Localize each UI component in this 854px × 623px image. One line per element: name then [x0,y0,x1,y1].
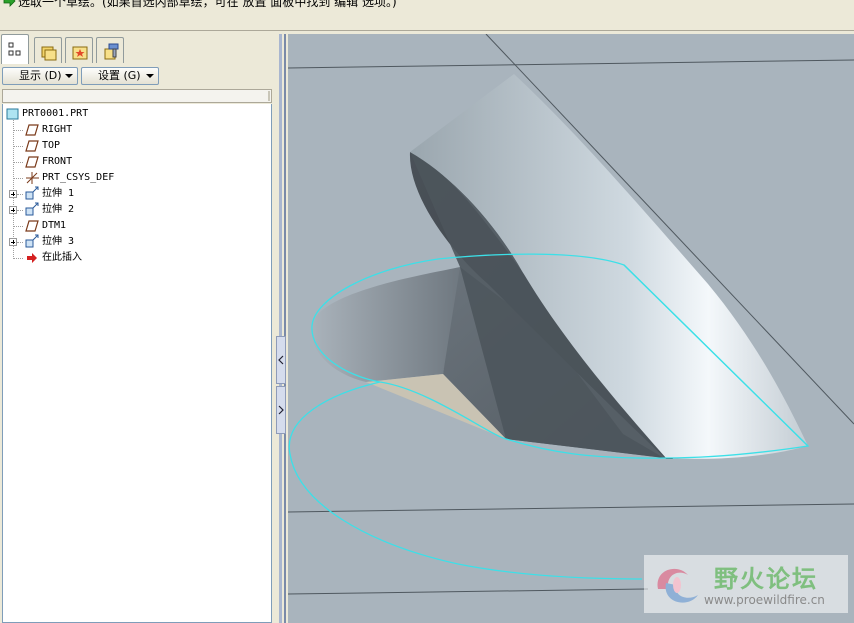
extrude-icon [25,186,39,200]
coordinate-system-icon [26,172,39,184]
insert-here-icon [27,253,37,263]
watermark-url: www.proewildfire.cn [704,593,825,607]
navigator-panel: 显示 (D) 设置 (G) PRT0001.PRT RIGHT TOP FRON… [0,34,276,623]
tree-item-front[interactable]: FRONT [25,154,225,170]
datum-plane-icon [25,220,39,232]
navigator-tabs [0,34,276,64]
tree-item-top[interactable]: TOP [25,138,225,154]
tree-item-insert-here[interactable]: 在此插入 [25,250,225,266]
chevron-down-icon [65,74,73,78]
favorites-icon [72,46,88,60]
tab-connections[interactable] [96,37,124,63]
tree-item-extrude-3[interactable]: 拉伸 3 [25,234,225,250]
display-menu-button[interactable]: 显示 (D) [2,67,78,85]
chevron-down-icon [146,74,154,78]
extrude-icon [25,234,39,248]
tree-connector [17,194,23,195]
tab-folder-browser[interactable] [34,37,62,63]
model-tree: PRT0001.PRT RIGHT TOP FRONT PRT_CSYS_DEF… [2,104,272,623]
chevron-right-icon [278,405,284,415]
tree-connector [13,226,23,227]
folder-icon [41,46,57,61]
panel-splitter[interactable] [276,34,288,623]
watermark: 野火论坛 www.proewildfire.cn [644,555,848,613]
watermark-logo-icon [657,568,698,603]
tree-connector [13,146,23,147]
tree-connector [13,116,14,257]
settings-menu-label: 设置 (G) [98,69,141,82]
tree-item-extrude-1[interactable]: 拉伸 1 [25,186,225,202]
datum-plane-icon [25,140,39,152]
part-icon [6,108,19,120]
tree-item-root[interactable]: PRT0001.PRT [6,106,206,122]
tree-connector [13,130,23,131]
tree-item-dtm1[interactable]: DTM1 [25,218,225,234]
splitter-bar [284,34,286,623]
display-menu-label: 显示 (D) [19,69,62,82]
tree-icon [8,42,21,56]
tab-model-tree[interactable] [1,34,29,64]
tree-connector [13,258,23,259]
splitter-bar [279,34,282,623]
expand-right-button[interactable] [276,386,286,434]
graphics-viewport[interactable]: 野火论坛 www.proewildfire.cn [288,34,854,623]
tab-favorites[interactable] [65,37,93,63]
model-view[interactable] [288,34,854,623]
tree-item-csys[interactable]: PRT_CSYS_DEF [25,170,225,186]
prompt-message: 选取一个草绘。(如果首选内部草绘，可在 放置 面板中找到 编辑 选项。) [18,0,397,9]
chevron-left-icon [278,355,284,365]
extrude-icon [25,202,39,216]
collapse-left-button[interactable] [276,336,286,384]
message-bar: 选取一个草绘。(如果首选内部草绘，可在 放置 面板中找到 编辑 选项。) [0,0,854,31]
column-resize-grip[interactable] [268,91,270,101]
tree-item-right[interactable]: RIGHT [25,122,225,138]
tree-column-header[interactable] [2,89,272,103]
watermark-title: 野火论坛 [714,565,818,593]
datum-plane-icon [25,124,39,136]
expand-toggle-extrude-2[interactable] [9,206,17,214]
expand-toggle-extrude-1[interactable] [9,190,17,198]
connections-icon [104,43,119,60]
tree-connector [13,162,23,163]
tree-item-extrude-2[interactable]: 拉伸 2 [25,202,225,218]
conical-cut-face [311,267,460,382]
tree-connector [13,178,23,179]
tree-connector [17,242,23,243]
settings-menu-button[interactable]: 设置 (G) [81,67,159,85]
tree-connector [17,210,23,211]
prompt-arrow-icon [3,0,16,7]
expand-toggle-extrude-3[interactable] [9,238,17,246]
datum-plane-icon [25,156,39,168]
tree-toolbar: 显示 (D) 设置 (G) [0,65,276,87]
